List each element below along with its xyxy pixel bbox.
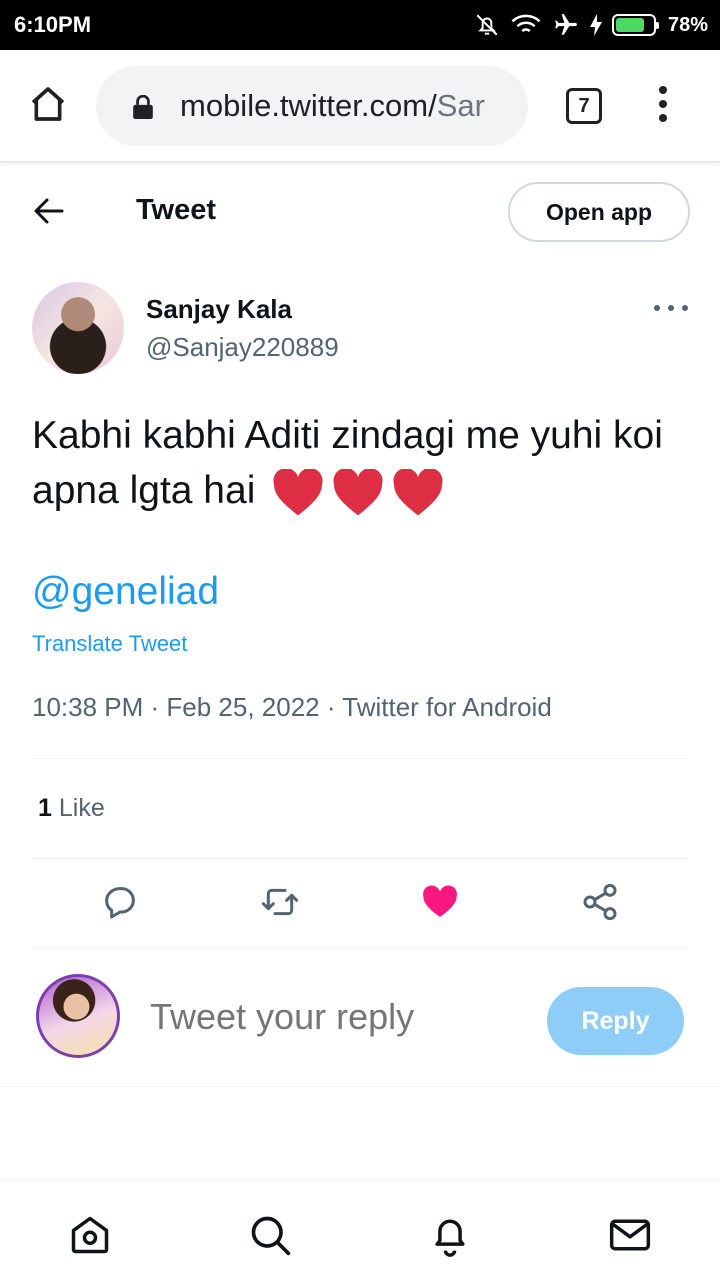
heart-emojis	[272, 468, 444, 517]
more-options-icon[interactable]	[654, 302, 688, 314]
reply-button[interactable]: Reply	[547, 987, 684, 1055]
battery-icon	[611, 14, 659, 36]
like-icon[interactable]	[420, 882, 460, 922]
page-title: Tweet	[136, 194, 217, 226]
notifications-muted-icon	[476, 14, 498, 36]
divider	[0, 1086, 720, 1087]
tweet-header: Tweet Open app	[0, 162, 720, 262]
retweet-icon[interactable]	[260, 882, 300, 922]
url-host: mobile.twitter.com/	[180, 88, 437, 123]
status-bar: 6:10PM 78%	[0, 0, 720, 50]
author-handle[interactable]: @Sanjay220889	[146, 332, 339, 363]
share-icon[interactable]	[580, 882, 620, 922]
search-icon[interactable]	[248, 1213, 292, 1257]
airplane-mode-icon	[555, 14, 577, 35]
browser-menu-icon[interactable]	[656, 86, 670, 126]
mention-link[interactable]: @geneliad	[32, 570, 219, 614]
red-heart-emoji-icon	[333, 468, 383, 516]
reply-icon[interactable]	[100, 882, 140, 922]
red-heart-emoji-icon	[273, 468, 323, 516]
current-user-avatar	[36, 974, 120, 1058]
tweet-metadata: 10:38 PM · Feb 25, 2022 · Twitter for An…	[32, 692, 552, 722]
divider	[32, 758, 688, 759]
status-time: 6:10PM	[14, 12, 92, 37]
divider	[32, 947, 688, 948]
back-arrow-icon[interactable]	[32, 196, 66, 226]
browser-home-icon[interactable]	[28, 84, 68, 124]
status-icons: 78%	[474, 10, 708, 40]
red-heart-emoji-icon	[393, 468, 443, 516]
tab-switcher-button[interactable]: 7	[566, 88, 602, 124]
like-count-number: 1	[38, 794, 52, 822]
reply-input[interactable]	[150, 996, 530, 1038]
open-app-button[interactable]: Open app	[508, 182, 690, 242]
like-count-label: Like	[58, 794, 105, 822]
url-path: Sar	[436, 88, 485, 123]
likes-count[interactable]: 1 Like	[38, 794, 105, 823]
divider	[32, 858, 688, 859]
address-bar[interactable]: mobile.twitter.com/Sar	[96, 66, 528, 146]
author-avatar[interactable]	[32, 282, 124, 374]
tweet-text: Kabhi kabhi Aditi zindagi me yuhi koi ap…	[32, 408, 692, 518]
battery-percentage: 78%	[667, 13, 708, 36]
home-icon[interactable]	[68, 1213, 112, 1257]
wifi-icon	[511, 14, 541, 33]
lock-icon	[133, 95, 153, 119]
charging-icon	[589, 14, 602, 36]
messages-icon[interactable]	[608, 1213, 652, 1257]
bottom-navigation	[0, 1180, 720, 1280]
browser-toolbar: mobile.twitter.com/Sar 7	[0, 50, 720, 162]
author-name[interactable]: Sanjay Kala	[146, 294, 292, 325]
url-text[interactable]: mobile.twitter.com/Sar	[180, 88, 510, 124]
notifications-icon[interactable]	[428, 1213, 472, 1257]
translate-tweet-link[interactable]: Translate Tweet	[32, 631, 187, 657]
